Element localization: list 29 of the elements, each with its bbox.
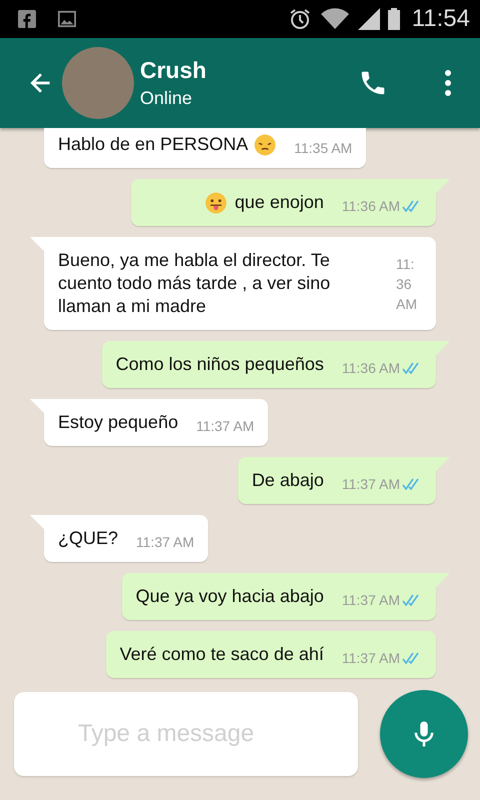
message-text: Estoy pequeño: [58, 411, 178, 434]
message-time: 11:36 AM: [396, 254, 418, 314]
clock-time: 11:54: [412, 5, 470, 33]
message-text: Que ya voy hacia abajo: [136, 585, 324, 608]
signal-icon: [358, 8, 380, 30]
message-text: ¿QUE?: [58, 527, 118, 550]
message-time: 11:37 AM: [196, 418, 254, 434]
message-time: 11:35 AM: [294, 140, 352, 156]
wifi-icon: [320, 8, 350, 30]
message-time: 11:37 AM: [342, 592, 400, 608]
contact-name[interactable]: Crush: [140, 57, 206, 84]
more-options-icon[interactable]: [444, 69, 452, 97]
message-time: 11:36 AM: [342, 360, 400, 376]
image-icon: [58, 10, 76, 28]
message-text: De abajo: [252, 469, 324, 492]
message-time: 11:37 AM: [136, 534, 194, 550]
alarm-icon: [288, 7, 312, 31]
message-text: Bueno, ya me habla el director. Te cuento todo más tarde , a ver sino llaman a mi madre: [58, 249, 332, 318]
contact-status: Online: [140, 88, 194, 109]
message-text: Hablo de en PERSONA: [58, 133, 248, 156]
battery-icon: [388, 8, 400, 30]
message-text: Como los niños pequeños: [116, 353, 324, 376]
message-time: 11:37 AM: [342, 476, 400, 492]
message-text: que enojon: [234, 191, 324, 214]
facebook-icon: [18, 10, 36, 28]
microphone-button[interactable]: [380, 690, 468, 778]
message-time: 11:37 AM: [342, 650, 400, 666]
message-text: Veré como te saco de ahí: [120, 643, 324, 666]
message-time: 11:36 AM: [342, 198, 400, 214]
